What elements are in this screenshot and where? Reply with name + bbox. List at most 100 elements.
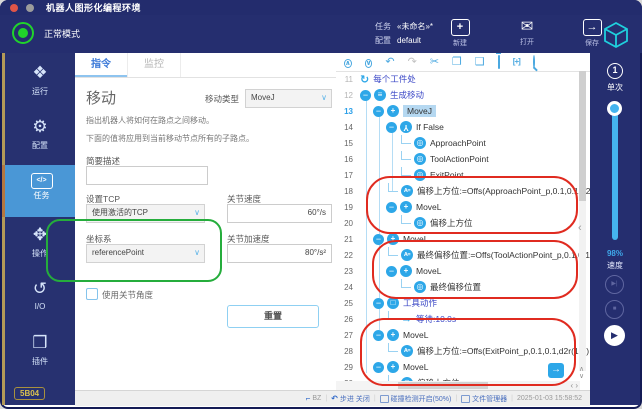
move-icon: + [387,233,399,245]
collision-label[interactable]: 碰撞检测开启(50%) [391,394,452,404]
collapse-node-icon[interactable]: − [386,266,397,277]
scroll-up-icon[interactable]: ∧ [577,366,586,373]
collapse-node-icon[interactable]: − [386,202,397,213]
sidebar-item-config[interactable]: ⚙ 配置 [5,111,75,163]
line-number: 19 [336,203,358,212]
tree-row[interactable]: 17 ◎ ExitPoint [336,167,590,183]
tree-node-label: 等待:10.0s [416,313,456,325]
tree-row[interactable]: 11 ↻ 每个工件处 [336,71,590,87]
paste-icon[interactable]: ❑ [475,54,485,70]
brief-input[interactable] [86,166,208,185]
collapse-node-icon[interactable]: − [360,90,371,101]
stop-button[interactable]: ■ [605,300,624,319]
undo-icon[interactable]: ↶ [385,54,394,70]
line-number: 26 [336,315,358,324]
scroll-down-icon[interactable]: ∨ [577,373,586,380]
scrollbar-thumb[interactable] [579,71,586,201]
tree-row[interactable]: 14 − Y If False [336,119,590,135]
tab-command[interactable]: 指令 [75,53,128,77]
single-run-icon[interactable]: 1 [607,63,623,79]
scroll-left-right-icons[interactable]: ‹ › [570,381,578,390]
app-window: 机器人图形化编程环境 正常模式 任务«未命名»* 配置default + 新建 … [0,0,642,409]
joint-acc-input[interactable]: 80°/s² [227,244,332,263]
collapse-node-icon[interactable]: − [373,106,384,117]
page-title: 移动 [86,87,116,108]
collapse-node-icon[interactable]: − [373,362,384,373]
line-number: 22 [336,251,358,260]
tree-row[interactable]: 23 − + MoveL [336,263,590,279]
tab-monitor[interactable]: 监控 [128,53,181,77]
slider-knob[interactable] [607,101,622,116]
line-number: 18 [336,187,358,196]
move-type-label: 移动类型 [205,93,239,105]
tree-row-selected[interactable]: 13 − + MoveJ [336,103,590,119]
tree-row[interactable]: 18 A= 偏移上方位:=Offs(ApproachPoint_p,0.1,0.… [336,183,590,199]
close-window-icon[interactable] [10,4,18,12]
line-number: 27 [336,331,358,340]
tree-row[interactable]: 21 − + MoveL [336,231,590,247]
delete-icon[interactable] [498,54,500,70]
tree-rows: 11 ↻ 每个工件处 12 − ≡ 生成移动 13 − + MoveJ 14 −… [336,71,590,390]
new-task-button[interactable]: + 新建 [438,19,482,48]
tree-row[interactable]: 22 A= 最终偏移位置:=Offs(ToolActionPoint_p,0.1… [336,247,590,263]
config-value: default [397,36,421,45]
use-joint-checkbox[interactable] [86,288,98,300]
vertical-scrollbar[interactable] [579,71,586,371]
joint-speed-input[interactable]: 60°/s [227,204,332,223]
config-icon: ⚙ [5,115,75,139]
collapse-node-icon[interactable]: − [386,122,397,133]
open-task-button[interactable]: ✉ 打开 [505,19,549,47]
expand-all-icon[interactable]: ∨ [365,54,373,70]
copy-icon[interactable]: ❐ [452,54,462,70]
assign-icon: A= [401,185,413,197]
collapse-node-icon[interactable]: − [373,330,384,341]
line-number: 25 [336,299,358,308]
description-line-1: 指出机器人将如何在路点之间移动。 [86,115,214,126]
scrollbar-thumb[interactable] [398,382,488,389]
frame-icon[interactable]: [+] [513,54,520,70]
step-button[interactable]: ▶| [605,275,624,294]
collapse-node-icon[interactable]: − [373,298,384,309]
move-type-select[interactable]: MoveJ ∨ [245,89,332,108]
tree-connector [401,151,411,160]
sidebar-item-plugin[interactable]: ❒ 插件 [5,327,75,379]
collapse-node-icon[interactable]: − [373,234,384,245]
assign-icon: A= [401,249,413,261]
search-icon[interactable] [533,54,535,70]
drawer-collapse-icon[interactable]: ‹ [578,222,582,234]
redo-icon[interactable]: ↷ [408,54,417,70]
tcp-select[interactable]: 使用激活的TCP ∨ [86,204,205,223]
tree-row[interactable]: 20 ◎ 偏移上方位 [336,215,590,231]
collapse-all-icon[interactable]: ∧ [344,54,352,70]
speed-slider[interactable] [612,105,618,240]
next-step-button[interactable]: → [548,363,564,378]
reset-button[interactable]: 重置 [227,305,319,328]
frame-select[interactable]: referencePoint ∨ [86,244,205,263]
sidebar-item-io[interactable]: ↺ I/O [5,273,75,325]
tree-row[interactable]: 19 − + MoveL [336,199,590,215]
sidebar-label-task: 任务 [5,190,78,201]
collision-icon [380,395,389,403]
move-icon: + [387,361,399,373]
cut-icon[interactable]: ✂ [430,54,439,70]
task-label: 任务 [375,22,391,31]
tree-row[interactable]: 15 ◎ ApproachPoint [336,135,590,151]
tree-row[interactable]: 26 → 等待:10.0s [336,311,590,327]
step-mode-label[interactable]: 步进 关闭 [340,394,370,404]
task-icon: </> [31,173,53,189]
tree-row[interactable]: 16 ◎ ToolActionPoint [336,151,590,167]
tree-row[interactable]: 12 − ≡ 生成移动 [336,87,590,103]
tree-row[interactable]: 25 − □ 工具动作 [336,295,590,311]
tree-row[interactable]: 24 ◎ 最终偏移位置 [336,279,590,295]
play-button[interactable]: ▶ [604,325,625,346]
file-manager-label[interactable]: 文件管理器 [472,394,507,404]
title-bar: 机器人图形化编程环境 [0,0,642,15]
tree-row[interactable]: 28 A= 偏移上方位:=Offs(ExitPoint_p,0.1,0.1,d2… [336,343,590,359]
tree-row[interactable]: 27 − + MoveL [336,327,590,343]
sidebar-item-task[interactable]: </> 任务 [2,165,78,217]
scroll-arrows[interactable]: ∧ ∨ [577,366,586,380]
horizontal-scrollbar[interactable]: ‹ › [336,381,580,390]
sidebar-item-operate[interactable]: ✥ 操作 [5,219,75,271]
sidebar-item-run[interactable]: ❖ 运行 [5,57,75,109]
minimize-window-icon[interactable] [26,4,34,12]
